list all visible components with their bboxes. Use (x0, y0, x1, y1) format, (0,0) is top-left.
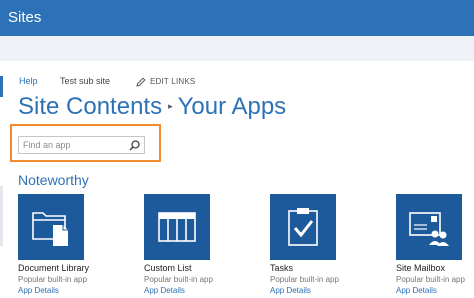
app-tile-image[interactable] (396, 194, 462, 260)
app-details-link[interactable]: App Details (18, 286, 59, 296)
app-name[interactable]: Site Mailbox (396, 263, 445, 274)
pencil-icon (136, 77, 146, 87)
app-subtitle: Popular built-in app (396, 275, 465, 284)
noteworthy-heading: Noteworthy (18, 172, 89, 188)
breadcrumb-current-page: Your Apps (177, 93, 287, 120)
app-name[interactable]: Document Library (18, 263, 89, 274)
top-nav-help-link[interactable]: Help (19, 76, 38, 87)
site-mailbox-icon (409, 212, 449, 246)
app-details-link[interactable]: App Details (270, 286, 311, 296)
app-details-link[interactable]: App Details (144, 286, 185, 296)
breadcrumb-site-contents-link[interactable]: Site Contents (18, 93, 162, 120)
app-tile-site-mailbox[interactable]: Site Mailbox Popular built-in app App De… (396, 194, 474, 298)
app-subtitle: Popular built-in app (270, 275, 339, 284)
app-tile-image[interactable] (144, 194, 210, 260)
app-search-input[interactable] (23, 138, 127, 152)
ribbon-bar (0, 36, 474, 61)
page-title: Site Contents ▸ Your Apps (18, 91, 286, 121)
breadcrumb-separator-icon: ▸ (168, 101, 173, 111)
app-search-box[interactable] (18, 136, 145, 154)
app-tile-custom-list[interactable]: Custom List Popular built-in app App Det… (144, 194, 264, 298)
edit-links-label: EDIT LINKS (150, 77, 196, 86)
suite-bar-title[interactable]: Sites (8, 9, 41, 26)
app-tile-document-library[interactable]: Document Library Popular built-in app Ap… (18, 194, 138, 298)
app-details-link[interactable]: App Details (396, 286, 437, 296)
document-library-icon (32, 212, 68, 246)
quick-launch-indicator (0, 76, 3, 97)
suite-bar: Sites (0, 0, 474, 36)
app-tile-image[interactable] (270, 194, 336, 260)
custom-list-icon (158, 212, 196, 242)
quick-launch-edge (0, 186, 3, 246)
app-tile-image[interactable] (18, 194, 84, 260)
search-icon[interactable] (128, 139, 141, 152)
app-subtitle: Popular built-in app (18, 275, 87, 284)
app-name[interactable]: Custom List (144, 263, 192, 274)
app-name[interactable]: Tasks (270, 263, 293, 274)
tasks-icon (288, 208, 318, 246)
app-tile-tasks[interactable]: Tasks Popular built-in app App Details (270, 194, 390, 298)
top-nav-test-sub-site-link[interactable]: Test sub site (60, 76, 110, 87)
app-subtitle: Popular built-in app (144, 275, 213, 284)
